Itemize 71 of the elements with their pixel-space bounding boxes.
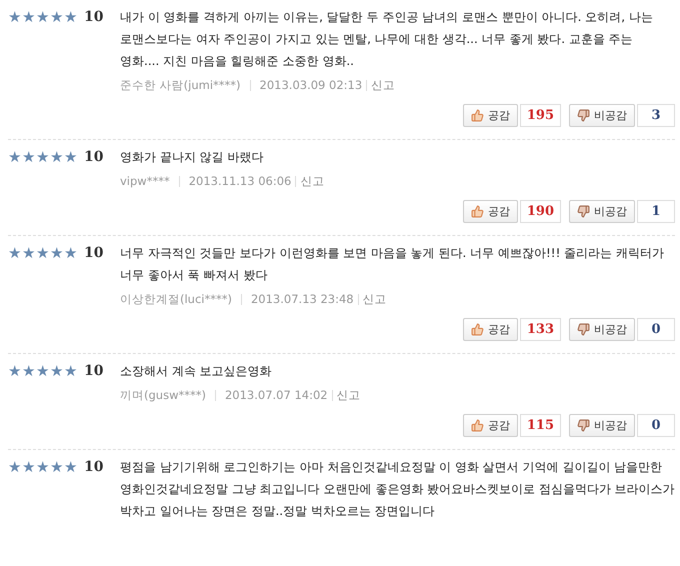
star-icon: ★	[64, 364, 78, 378]
star-icon: ★	[64, 246, 78, 260]
report-link[interactable]: 신고	[362, 292, 387, 306]
dislike-button[interactable]: 비공감	[569, 414, 635, 437]
thumbs-down-icon	[577, 419, 590, 432]
rating-score: 10	[84, 363, 104, 379]
dislike-button[interactable]: 비공감	[569, 318, 635, 341]
star-icon: ★	[22, 10, 36, 24]
report-link[interactable]: 신고	[371, 78, 396, 92]
review-text: 소장해서 계속 보고싶은영화	[120, 363, 273, 380]
like-count: 195	[520, 104, 561, 127]
review-author: vipw****	[120, 174, 170, 188]
dislike-count: 1	[637, 200, 675, 223]
report-link[interactable]: 신고	[300, 174, 324, 188]
rating-score: 10	[84, 149, 104, 165]
dislike-count: 0	[637, 414, 675, 437]
star-icon: ★	[64, 460, 78, 474]
thumbs-down-icon	[577, 205, 590, 218]
review-text: 평점을 남기기위해 로그인하기는 아마 처음인것같네요정말 이 영화 살면서 기억에 길이길이 남을만한 영화인것같네요정말 그냥 최고입니다 오랜만에 좋은영화 봤어요바스켓보이로 점심을먹다가 브라이스가 박차고 일어나는 장면은 정말..정말 벅차오르는 장면입니다	[120, 459, 675, 520]
thumbs-down-icon	[577, 109, 590, 122]
star-icon: ★	[8, 364, 22, 378]
star-icon: ★	[8, 150, 22, 164]
dislike-count: 3	[637, 104, 675, 127]
star-icon: ★	[22, 460, 36, 474]
review-text: 내가 이 영화를 격하게 아끼는 이유는, 달달한 두 주인공 남녀의 로맨스 뿐만이 아니다. 오히려, 나는 로맨스보다는 여자 주인공이 가지고 있는 멘탈, 나무에 대한 생각... 너무 좋게 봤다. 교훈을 주는 영화.... 지친 마음을 힐링해준 소중한 영화..	[120, 9, 654, 70]
thumbs-up-icon	[470, 323, 484, 336]
review-date: 2013.07.07 14:02	[224, 388, 328, 402]
review-date: 2013.07.13 23:48	[250, 292, 354, 306]
dislike-button[interactable]: 비공감	[569, 104, 635, 127]
rating-score: 10	[84, 459, 104, 475]
star-icon: ★	[50, 460, 64, 474]
star-icon: ★	[36, 150, 50, 164]
review-date: 2013.03.09 02:13	[260, 78, 362, 92]
star-icon: ★	[50, 364, 64, 378]
star-icon: ★	[36, 364, 50, 378]
star-icon: ★	[22, 150, 36, 164]
star-icon: ★	[64, 150, 78, 164]
like-button[interactable]: 공감	[462, 200, 518, 223]
like-count: 115	[520, 414, 561, 437]
star-icon: ★	[36, 460, 50, 474]
review-text: 영화가 끝나지 않길 바랬다	[120, 149, 264, 166]
rating-score: 10	[84, 9, 104, 25]
dislike-count: 0	[637, 318, 675, 341]
star-icon: ★	[50, 10, 64, 24]
thumbs-up-icon	[470, 205, 484, 218]
star-icon: ★	[22, 246, 36, 260]
thumbs-down-icon	[577, 323, 590, 336]
star-icon: ★	[50, 150, 64, 164]
thumbs-up-icon	[470, 419, 484, 432]
star-icon: ★	[8, 460, 22, 474]
star-icon: ★	[36, 246, 50, 260]
star-icon: ★	[36, 10, 50, 24]
star-icon: ★	[50, 246, 64, 260]
review-author: 준수한 사람(jumi****)	[120, 78, 241, 92]
review-text: 너무 자극적인 것들만 보다가 이런영화를 보면 마음을 놓게 된다. 너무 예쁘잖아!!! 줄리라는 캐릭터가 너무 좋아서 푹 빠져서 봤다	[120, 245, 666, 284]
review-author: 끼며(gusw****)	[120, 388, 206, 402]
thumbs-up-icon	[470, 109, 484, 122]
review-date: 2013.11.13 06:06	[188, 174, 292, 188]
like-button[interactable]: 공감	[462, 414, 518, 437]
like-count: 190	[520, 200, 561, 223]
star-icon: ★	[8, 10, 22, 24]
like-button[interactable]: 공감	[462, 104, 518, 127]
star-icon: ★	[22, 364, 36, 378]
like-count: 133	[520, 318, 561, 341]
report-link[interactable]: 신고	[336, 388, 361, 402]
rating-score: 10	[84, 245, 104, 261]
review-author: 이상한계절(luci****)	[120, 292, 232, 306]
star-icon: ★	[64, 10, 78, 24]
dislike-button[interactable]: 비공감	[569, 200, 635, 223]
star-icon: ★	[8, 246, 22, 260]
like-button[interactable]: 공감	[462, 318, 518, 341]
